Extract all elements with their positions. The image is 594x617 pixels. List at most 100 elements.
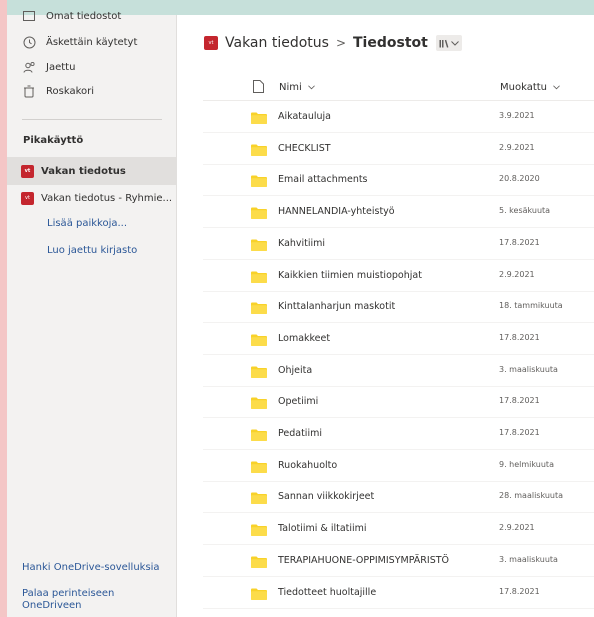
- get-onedrive-apps-link[interactable]: Hanki OneDrive-sovelluksia: [22, 562, 160, 574]
- file-name[interactable]: Email attachments: [278, 174, 368, 185]
- library-icon: [439, 39, 449, 48]
- folder-icon: [251, 397, 267, 410]
- file-row[interactable]: HANNELANDIA-yhteistyö 5. kesäkuuta: [203, 197, 594, 229]
- folder-icon: [251, 239, 267, 251]
- file-row[interactable]: Opetiimi 17.8.2021: [203, 387, 594, 419]
- file-modified: 5. kesäkuuta: [499, 206, 551, 216]
- chevron-down-icon: [308, 85, 315, 90]
- classic-onedrive-link[interactable]: Palaa perinteiseen OneDriveen: [22, 588, 114, 612]
- file-name[interactable]: Pedatiimi: [278, 428, 322, 439]
- nav-my-files[interactable]: Omat tiedostot: [7, 5, 177, 27]
- folder-icon: [251, 461, 267, 473]
- file-name[interactable]: Kaikkien tiimien muistiopohjat: [278, 270, 422, 281]
- file-name[interactable]: CHECKLIST: [278, 143, 331, 154]
- column-name-label: Nimi: [279, 82, 302, 93]
- file-name[interactable]: Kinttalanharjun maskotit: [278, 301, 395, 312]
- file-row[interactable]: CHECKLIST 2.9.2021: [203, 134, 594, 165]
- file-name[interactable]: Ohjeita: [278, 365, 312, 376]
- column-modified-label: Muokattu: [500, 82, 548, 93]
- site-badge-icon: vt: [21, 191, 34, 205]
- folder-icon: [251, 334, 267, 346]
- file-name[interactable]: Ruokahuolto: [278, 460, 337, 471]
- chevron-down-icon: [450, 40, 459, 46]
- file-modified: 17.8.2021: [499, 396, 540, 406]
- nav-recent-label: Äskettäin käytetyt: [46, 36, 138, 48]
- file-name[interactable]: Talotiimi & iltatiimi: [278, 523, 367, 534]
- file-name[interactable]: Opetiimi: [278, 396, 318, 407]
- folder-icon: [251, 302, 267, 315]
- file-modified: 17.8.2021: [499, 586, 540, 596]
- quick-item-label: Vakan tiedotus: [41, 165, 126, 177]
- recent-icon: [22, 35, 36, 49]
- shared-icon: [22, 60, 36, 74]
- breadcrumb-root[interactable]: Vakan tiedotus: [225, 35, 329, 51]
- file-modified: 28. maaliskuuta: [499, 491, 564, 501]
- quick-access-title: Pikakäyttö: [23, 135, 84, 146]
- file-type-icon[interactable]: [253, 80, 264, 96]
- file-row[interactable]: Kahvitiimi 17.8.2021: [203, 229, 594, 260]
- file-name[interactable]: Tiedotteet huoltajille: [278, 587, 376, 598]
- file-row[interactable]: Tiedotteet huoltajille 17.8.2021: [203, 578, 594, 609]
- sidebar: Omat tiedostot Äskettäin käytetyt Jaettu…: [7, 11, 177, 617]
- classic-onedrive-line2: OneDriveen: [22, 600, 82, 611]
- site-badge-icon: vt: [204, 36, 218, 50]
- file-row[interactable]: Aikatauluja 3.9.2021: [203, 102, 594, 133]
- nav-shared[interactable]: Jaettu: [7, 56, 177, 78]
- nav-recycle-bin[interactable]: Roskakori: [7, 80, 177, 102]
- column-name-header[interactable]: Nimi: [279, 82, 315, 93]
- file-name[interactable]: Kahvitiimi: [278, 238, 325, 249]
- recycle-bin-icon: [22, 84, 36, 98]
- file-row[interactable]: Email attachments 20.8.2020: [203, 165, 594, 197]
- file-name[interactable]: Aikatauluja: [278, 111, 331, 122]
- create-shared-library-link[interactable]: Luo jaettu kirjasto: [47, 245, 137, 256]
- nav-recent[interactable]: Äskettäin käytetyt: [7, 31, 177, 53]
- file-row[interactable]: Pedatiimi 17.8.2021: [203, 419, 594, 450]
- file-row[interactable]: Talotiimi & iltatiimi 2.9.2021: [203, 514, 594, 546]
- file-row[interactable]: Lomakkeet 17.8.2021: [203, 324, 594, 355]
- file-row[interactable]: Ruokahuolto 9. helmikuuta: [203, 451, 594, 482]
- file-row[interactable]: TERAPIAHUONE-OPPIMISYMPÄRISTÖ 3. maalisku…: [203, 546, 594, 577]
- main-content: vt Vakan tiedotus > Tiedostot Nimi Muoka…: [177, 15, 594, 617]
- file-modified: 17.8.2021: [499, 428, 540, 437]
- column-modified-header[interactable]: Muokattu: [500, 82, 561, 93]
- folder-icon: [251, 366, 267, 378]
- nav-my-files-label: Omat tiedostot: [46, 10, 122, 22]
- file-list-header: Nimi Muokattu: [203, 75, 594, 101]
- library-view-button[interactable]: [435, 35, 462, 51]
- quick-item-vakan-tiedotus-ryhmie[interactable]: vt Vakan tiedotus - Ryhmie...: [7, 184, 177, 212]
- file-modified: 20.8.2020: [499, 174, 540, 184]
- file-modified: 17.8.2021: [499, 332, 540, 342]
- folder-icon: [251, 207, 267, 220]
- file-modified: 18. tammikuuta: [499, 301, 563, 311]
- file-row[interactable]: Sannan viikkokirjeet 28. maaliskuuta: [203, 482, 594, 514]
- file-name[interactable]: Lomakkeet: [278, 333, 330, 344]
- breadcrumb-separator: >: [335, 36, 346, 50]
- file-modified: 17.8.2021: [499, 237, 540, 247]
- file-modified: 2.9.2021: [499, 523, 535, 533]
- file-name[interactable]: HANNELANDIA-yhteistyö: [278, 206, 395, 217]
- file-modified: 2.9.2021: [499, 142, 535, 152]
- more-places-link[interactable]: Lisää paikkoja...: [47, 218, 127, 229]
- file-modified: 3.9.2021: [499, 111, 535, 120]
- folder-icon: [251, 112, 267, 124]
- file-modified: 3. maaliskuuta: [499, 554, 558, 564]
- folder-icon: [251, 492, 267, 505]
- file-modified: 2.9.2021: [499, 269, 535, 279]
- quick-item-label: Vakan tiedotus - Ryhmie...: [41, 192, 173, 204]
- nav-shared-label: Jaettu: [46, 61, 76, 73]
- quick-item-vakan-tiedotus[interactable]: vt Vakan tiedotus: [7, 157, 177, 185]
- file-modified: 9. helmikuuta: [499, 459, 554, 469]
- file-row[interactable]: Kinttalanharjun maskotit 18. tammikuuta: [203, 292, 594, 324]
- site-badge-icon: vt: [21, 164, 34, 178]
- file-name[interactable]: TERAPIAHUONE-OPPIMISYMPÄRISTÖ: [278, 555, 449, 566]
- folder-icon: [251, 429, 267, 441]
- folder-icon: [251, 588, 267, 600]
- classic-onedrive-line1: Palaa perinteiseen: [22, 588, 115, 599]
- file-row[interactable]: Kaikkien tiimien muistiopohjat 2.9.2021: [203, 261, 594, 292]
- nav-recycle-bin-label: Roskakori: [46, 85, 95, 97]
- file-modified: 3. maaliskuuta: [499, 364, 558, 374]
- files-icon: [22, 9, 36, 23]
- file-name[interactable]: Sannan viikkokirjeet: [278, 491, 374, 502]
- file-row[interactable]: Ohjeita 3. maaliskuuta: [203, 356, 594, 387]
- folder-icon: [251, 144, 267, 156]
